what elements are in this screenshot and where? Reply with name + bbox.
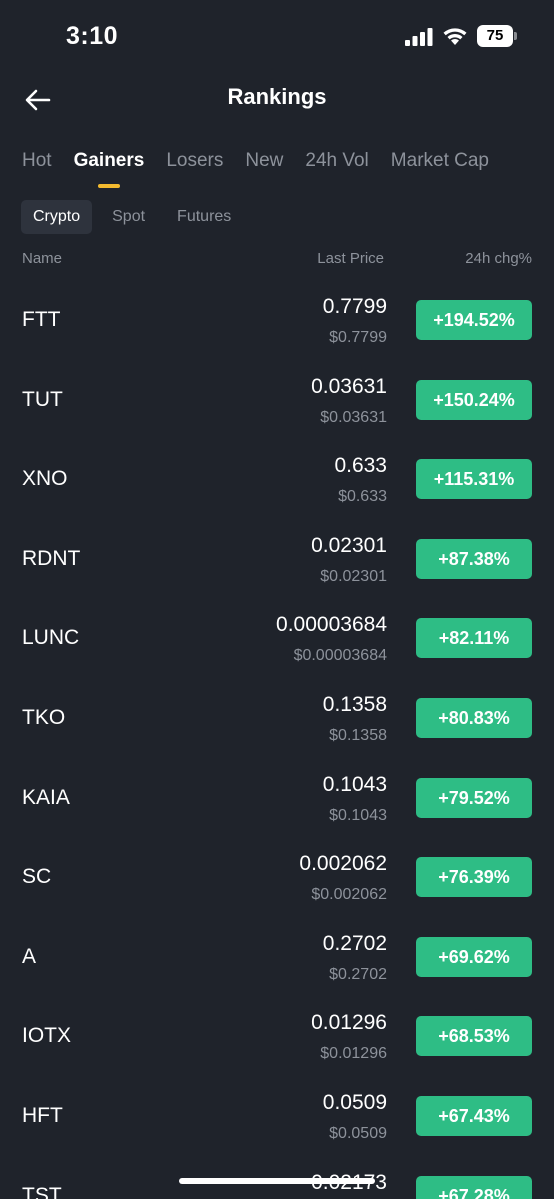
subtab-crypto[interactable]: Crypto: [21, 200, 93, 234]
row-change-badge[interactable]: +194.52%: [416, 300, 532, 340]
battery-tip: [514, 32, 517, 40]
row-last-price: 0.01296: [311, 1011, 387, 1035]
tab-new[interactable]: New: [245, 146, 283, 190]
ranking-tabs: Hot Gainers Losers New 24h Vol Market Ca…: [22, 146, 511, 190]
list-item[interactable]: HFT 0.0509 $0.0509 +67.43%: [0, 1076, 554, 1156]
row-change-badge[interactable]: +150.24%: [416, 379, 532, 420]
row-usd-price: $0.01296: [320, 1045, 387, 1063]
market-type-tabs: Crypto Spot Futures: [21, 200, 243, 234]
tab-gainers-label: Gainers: [73, 150, 145, 171]
list-item[interactable]: SC 0.002062 $0.002062 +76.39%: [0, 837, 554, 917]
row-last-price: 0.002062: [299, 852, 387, 876]
row-change-badge[interactable]: +82.11%: [416, 618, 532, 659]
battery-icon: 75: [477, 25, 517, 47]
row-last-price: 0.7799: [322, 295, 387, 318]
column-headers: Name Last Price 24h chg%: [0, 250, 554, 272]
row-last-price: 0.2702: [322, 931, 387, 955]
status-time: 3:10: [66, 22, 119, 50]
row-symbol: KAIA: [22, 785, 70, 809]
row-last-price: 0.1358: [322, 692, 387, 716]
list-item[interactable]: XNO 0.633 $0.633 +115.31%: [0, 439, 554, 519]
battery-level: 75: [477, 25, 513, 47]
row-symbol: XNO: [22, 467, 68, 491]
page-title: Rankings: [227, 84, 327, 109]
row-symbol: IOTX: [22, 1024, 72, 1048]
list-item[interactable]: KAIA 0.1043 $0.1043 +79.52%: [0, 758, 554, 838]
row-last-price: 0.02301: [311, 533, 387, 557]
row-usd-price: $0.02301: [320, 567, 387, 585]
column-header-last-price[interactable]: Last Price: [317, 250, 384, 267]
row-symbol: SC: [22, 865, 52, 889]
list-item[interactable]: RDNT 0.02301 $0.02301 +87.38%: [0, 519, 554, 599]
subtab-spot[interactable]: Spot: [100, 200, 157, 234]
header: Rankings: [0, 70, 554, 130]
row-last-price: 0.1043: [322, 772, 387, 796]
row-change-badge[interactable]: +80.83%: [416, 697, 532, 738]
row-symbol: TUT: [22, 387, 63, 411]
wifi-icon: [443, 28, 467, 45]
tab-gainers[interactable]: Gainers: [73, 146, 145, 190]
row-change-badge[interactable]: +68.53%: [416, 1016, 532, 1057]
row-usd-price: $0.1043: [329, 806, 387, 824]
row-symbol: FTT: [22, 308, 61, 331]
row-change-badge[interactable]: +76.39%: [416, 857, 532, 898]
row-change-badge[interactable]: +69.62%: [416, 936, 532, 977]
rankings-list: FTT 0.7799 $0.7799 +194.52% TUT 0.03631 …: [0, 280, 554, 1199]
row-symbol: A: [22, 944, 37, 968]
row-last-price: 0.03631: [311, 374, 387, 398]
home-indicator[interactable]: [179, 1178, 375, 1184]
column-header-name[interactable]: Name: [22, 250, 62, 267]
cellular-signal-icon: [405, 28, 433, 46]
list-item[interactable]: LUNC 0.00003684 $0.00003684 +82.11%: [0, 598, 554, 678]
row-symbol: HFT: [22, 1103, 63, 1127]
row-change-badge[interactable]: +79.52%: [416, 777, 532, 818]
row-usd-price: $0.2702: [329, 965, 387, 983]
status-bar: 3:10 75: [0, 0, 554, 70]
tab-24h-vol[interactable]: 24h Vol: [305, 146, 368, 190]
row-symbol: TKO: [22, 705, 66, 729]
row-change-badge[interactable]: +87.38%: [416, 538, 532, 579]
tab-market-cap[interactable]: Market Cap: [391, 146, 489, 190]
row-change-badge[interactable]: +67.28%: [416, 1175, 532, 1199]
rankings-screen: 3:10 75 Rankings Hot Gainers Losers New …: [0, 0, 554, 1199]
column-header-24h-change[interactable]: 24h chg%: [465, 250, 532, 267]
list-item[interactable]: FTT 0.7799 $0.7799 +194.52%: [0, 280, 554, 360]
row-usd-price: $0.633: [338, 488, 387, 506]
row-last-price: 0.00003684: [276, 613, 387, 637]
row-symbol: LUNC: [22, 626, 80, 650]
tab-losers[interactable]: Losers: [166, 146, 223, 190]
row-change-badge[interactable]: +67.43%: [416, 1095, 532, 1136]
row-usd-price: $0.002062: [311, 886, 387, 904]
list-item[interactable]: TKO 0.1358 $0.1358 +80.83%: [0, 678, 554, 758]
subtab-futures[interactable]: Futures: [165, 200, 243, 234]
row-symbol: TST: [22, 1183, 62, 1199]
row-change-badge[interactable]: +115.31%: [416, 459, 532, 500]
tab-hot[interactable]: Hot: [22, 146, 52, 190]
list-item[interactable]: TUT 0.03631 $0.03631 +150.24%: [0, 360, 554, 440]
row-usd-price: $0.0509: [329, 1124, 387, 1142]
row-usd-price: $0.7799: [329, 329, 387, 346]
list-item[interactable]: IOTX 0.01296 $0.01296 +68.53%: [0, 996, 554, 1076]
active-tab-indicator: [97, 184, 120, 188]
row-usd-price: $0.00003684: [293, 647, 387, 665]
list-item[interactable]: A 0.2702 $0.2702 +69.62%: [0, 917, 554, 997]
row-usd-price: $0.03631: [320, 408, 387, 426]
row-usd-price: $0.1358: [329, 726, 387, 744]
row-last-price: 0.633: [334, 454, 387, 478]
row-last-price: 0.0509: [322, 1090, 387, 1114]
row-symbol: RDNT: [22, 546, 81, 570]
